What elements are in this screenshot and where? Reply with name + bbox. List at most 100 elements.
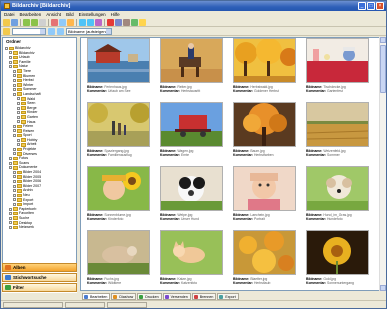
expander-icon[interactable] — [13, 198, 16, 202]
bottom-tab[interactable]: Versenden — [162, 292, 191, 300]
tree-item[interactable]: Netzwerk — [3, 225, 76, 230]
expander-icon[interactable] — [13, 170, 16, 174]
expander-icon[interactable] — [9, 161, 12, 165]
expander-icon[interactable] — [17, 106, 20, 110]
expander-icon[interactable] — [13, 129, 16, 133]
up-icon[interactable] — [39, 18, 46, 26]
menu-image[interactable]: Bild — [66, 12, 74, 17]
expander-icon[interactable] — [13, 78, 16, 82]
thumbnail-image[interactable] — [233, 166, 296, 211]
expander-icon[interactable] — [13, 134, 16, 138]
bottom-tab[interactable]: Bearbeiten — [82, 292, 111, 300]
expander-icon[interactable] — [9, 51, 12, 55]
expander-icon[interactable] — [13, 189, 16, 193]
expander-icon[interactable] — [9, 60, 12, 64]
delete-icon[interactable] — [51, 18, 58, 26]
maximize-button[interactable]: □ — [367, 2, 375, 10]
scroll-down-icon[interactable] — [380, 285, 386, 291]
menu-view[interactable]: Ansicht — [46, 12, 61, 17]
rotate-left-icon[interactable] — [79, 18, 86, 26]
rotate-right-icon[interactable] — [87, 18, 94, 26]
thumbnail-image[interactable] — [160, 38, 223, 83]
paste-icon[interactable] — [67, 18, 74, 26]
nav-keyword-search[interactable]: Stichwortsuche — [2, 273, 77, 282]
view-select[interactable] — [12, 27, 46, 35]
copy-icon[interactable] — [59, 18, 66, 26]
bottom-tab[interactable]: Drucken — [137, 292, 162, 300]
scroll-thumb[interactable] — [380, 45, 386, 93]
expander-icon[interactable] — [13, 124, 16, 128]
expander-icon[interactable] — [13, 180, 16, 184]
expander-icon[interactable] — [13, 193, 16, 197]
bottom-tab[interactable]: Brennen — [191, 292, 217, 300]
thumbnail-image[interactable] — [87, 38, 150, 83]
slideshow-icon[interactable] — [131, 18, 138, 26]
expander-icon[interactable] — [13, 184, 16, 188]
thumbnail-image[interactable] — [306, 230, 369, 275]
thumbnail-image[interactable] — [233, 102, 296, 147]
expander-icon[interactable] — [9, 225, 12, 229]
expander-icon[interactable] — [17, 97, 20, 101]
expander-icon[interactable] — [9, 65, 12, 69]
bottom-tab[interactable]: Diashow — [111, 292, 137, 300]
thumbnail-image[interactable] — [87, 102, 150, 147]
back-icon[interactable] — [23, 18, 30, 26]
expander-icon[interactable] — [13, 74, 16, 78]
zoom-icon[interactable] — [95, 18, 102, 26]
expander-icon[interactable] — [13, 152, 16, 156]
forward-icon[interactable] — [31, 18, 38, 26]
thumbnail-image[interactable] — [306, 166, 369, 211]
expander-icon[interactable] — [9, 166, 12, 170]
open-folder-icon[interactable] — [3, 18, 10, 26]
menu-help[interactable]: Hilfe — [111, 12, 120, 17]
expander-icon[interactable] — [13, 88, 16, 92]
expander-icon[interactable] — [13, 92, 16, 96]
thumbnail-image[interactable] — [233, 230, 296, 275]
expander-icon[interactable] — [17, 101, 20, 105]
print-icon[interactable] — [115, 18, 122, 26]
menu-edit[interactable]: Bearbeiten — [20, 12, 42, 17]
scroll-up-icon[interactable] — [380, 37, 386, 43]
expander-icon[interactable] — [5, 46, 8, 50]
thumbnail-image[interactable] — [160, 230, 223, 275]
expander-icon[interactable] — [9, 157, 12, 161]
list-view-icon[interactable] — [57, 27, 64, 35]
minimize-button[interactable]: _ — [358, 2, 366, 10]
expander-icon[interactable] — [9, 55, 12, 59]
expander-icon[interactable] — [13, 69, 16, 73]
expander-icon[interactable] — [17, 115, 20, 119]
stop-icon[interactable] — [107, 18, 114, 26]
menu-file[interactable]: Datei — [4, 12, 15, 17]
expander-icon[interactable] — [13, 83, 16, 87]
expander-icon[interactable] — [17, 111, 20, 115]
nav-albums[interactable]: Alben — [2, 263, 77, 272]
expander-icon[interactable] — [17, 120, 20, 124]
expander-icon[interactable] — [17, 143, 20, 147]
mail-icon[interactable] — [123, 18, 130, 26]
expander-icon[interactable] — [13, 202, 16, 206]
thumbnail-image[interactable] — [87, 166, 150, 211]
help-icon[interactable] — [139, 18, 146, 26]
expander-icon[interactable] — [9, 212, 12, 216]
close-button[interactable]: × — [376, 2, 384, 10]
thumbnail-image[interactable] — [233, 38, 296, 83]
save-icon[interactable] — [11, 18, 18, 26]
expander-icon[interactable] — [9, 221, 12, 225]
expander-icon[interactable] — [13, 175, 16, 179]
sort-select[interactable]: Bildname (aufsteigend) — [66, 27, 112, 35]
expander-icon[interactable] — [17, 138, 20, 142]
thumbnail-view-icon[interactable] — [48, 27, 55, 35]
menu-settings[interactable]: Einstellungen — [79, 12, 106, 17]
thumbnail-image[interactable] — [87, 230, 150, 275]
expander-icon[interactable] — [9, 216, 12, 220]
expander-icon[interactable] — [13, 147, 16, 151]
thumbnail-image[interactable] — [306, 102, 369, 147]
thumbnail-image[interactable] — [160, 166, 223, 211]
vertical-scrollbar[interactable] — [379, 37, 386, 291]
bottom-tab[interactable]: Export — [217, 292, 239, 300]
nav-filter[interactable]: Filter — [2, 283, 77, 292]
toolbar — [1, 18, 386, 27]
expander-icon[interactable] — [9, 207, 12, 211]
thumbnail-image[interactable] — [306, 38, 369, 83]
thumbnail-image[interactable] — [160, 102, 223, 147]
